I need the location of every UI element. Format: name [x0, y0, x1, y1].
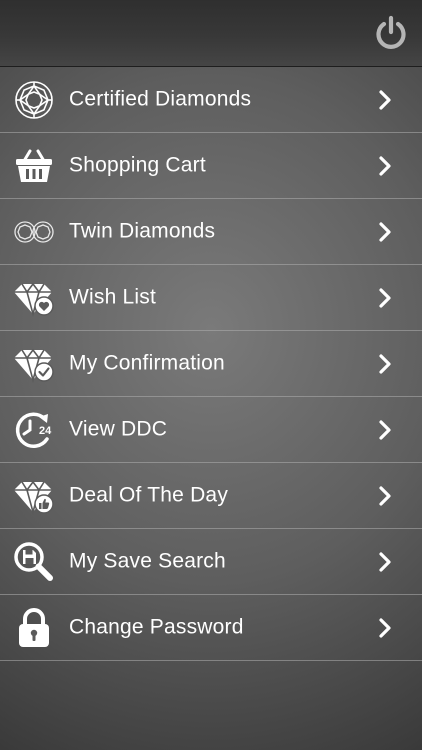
menu-item-label: Change Password [69, 615, 244, 639]
svg-text:24: 24 [39, 425, 52, 437]
chevron-right-icon [379, 287, 391, 308]
menu-item-label: My Save Search [69, 549, 226, 573]
menu-item-deal-of-the-day[interactable]: Deal Of The Day [0, 463, 422, 529]
diamond-thumbs-up-icon [13, 475, 55, 517]
app-header [0, 0, 422, 67]
menu-item-label: Twin Diamonds [69, 219, 216, 243]
chevron-right-icon [379, 485, 391, 506]
menu-item-shopping-cart[interactable]: Shopping Cart [0, 133, 422, 199]
power-icon[interactable] [373, 15, 409, 51]
menu-item-view-ddc[interactable]: 24 View DDC [0, 397, 422, 463]
diamond-check-icon [13, 343, 55, 385]
lock-icon [13, 607, 55, 649]
chevron-right-icon [379, 155, 391, 176]
diamond-heart-icon [13, 277, 55, 319]
basket-icon [13, 145, 55, 187]
menu-item-label: Shopping Cart [69, 153, 206, 177]
menu-item-wish-list[interactable]: Wish List [0, 265, 422, 331]
diamond-outline-icon [13, 79, 55, 121]
menu-item-label: View DDC [69, 417, 168, 441]
main-menu: Certified Diamonds Shopping Cart Twin Di… [0, 68, 422, 661]
menu-item-label: Deal Of The Day [69, 483, 229, 507]
chevron-right-icon [379, 90, 391, 110]
chevron-right-icon [379, 551, 391, 572]
chevron-right-icon [379, 221, 391, 242]
menu-item-label: Certified Diamonds [69, 87, 252, 111]
menu-item-certified-diamonds[interactable]: Certified Diamonds [0, 68, 422, 133]
menu-item-label: My Confirmation [69, 351, 225, 375]
menu-item-twin-diamonds[interactable]: Twin Diamonds [0, 199, 422, 265]
menu-item-my-confirmation[interactable]: My Confirmation [0, 331, 422, 397]
chevron-right-icon [379, 353, 391, 374]
menu-item-label: Wish List [69, 285, 156, 309]
search-save-icon [13, 541, 55, 583]
clock-24-icon: 24 [13, 409, 55, 451]
chevron-right-icon [379, 419, 391, 440]
menu-item-change-password[interactable]: Change Password [0, 595, 422, 661]
menu-item-my-save-search[interactable]: My Save Search [0, 529, 422, 595]
chevron-right-icon [379, 617, 391, 638]
twin-diamonds-icon [13, 211, 55, 253]
